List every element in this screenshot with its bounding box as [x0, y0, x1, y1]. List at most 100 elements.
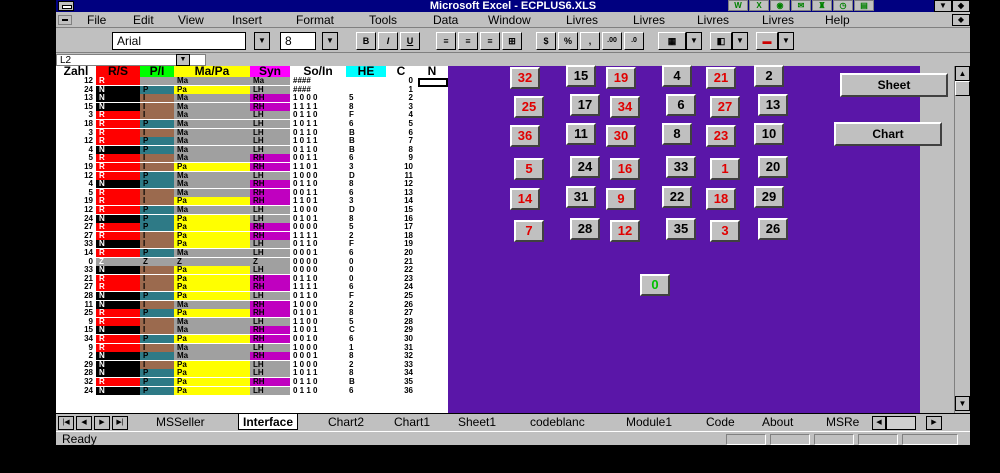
- cell-rs[interactable]: R: [96, 343, 140, 352]
- cell-syn[interactable]: RH: [250, 188, 290, 197]
- cell-syn[interactable]: RH: [250, 94, 290, 103]
- cell-he[interactable]: F: [346, 240, 386, 249]
- cell-syn[interactable]: Ma: [250, 77, 290, 85]
- cell-zahl[interactable]: 14: [56, 249, 96, 257]
- cell-he[interactable]: 6: [346, 335, 386, 343]
- last-sheet-icon[interactable]: ▶|: [112, 416, 128, 430]
- cell-soin[interactable]: 1 0 0 0: [290, 94, 346, 103]
- cell-pi[interactable]: P: [140, 309, 174, 318]
- cell-syn[interactable]: LH: [250, 171, 290, 180]
- tab-codeblanc[interactable]: codeblanc: [530, 414, 585, 430]
- cell-he[interactable]: F: [346, 111, 386, 120]
- cell-soin[interactable]: 0 0 0 0: [290, 257, 346, 266]
- cell-rs[interactable]: N: [96, 360, 140, 369]
- cell-soin[interactable]: 1 0 0 1: [290, 326, 346, 335]
- cell-pi[interactable]: I: [140, 94, 174, 103]
- cell-soin[interactable]: 0 1 1 0: [290, 240, 346, 249]
- fill-dropdown-arrow[interactable]: ▼: [732, 32, 748, 50]
- cell-he[interactable]: D: [346, 206, 386, 214]
- cell-rs[interactable]: N: [96, 266, 140, 275]
- font-dropdown-arrow[interactable]: ▼: [254, 32, 270, 50]
- tab-scroll-left-arrow[interactable]: ◀: [872, 416, 886, 430]
- cell-rs[interactable]: N: [96, 214, 140, 223]
- bold-button[interactable]: B: [356, 32, 376, 50]
- col-header-mapa[interactable]: Ma/Pa: [174, 66, 250, 77]
- cell-pi[interactable]: P: [140, 335, 174, 343]
- cell-mapa[interactable]: Ma: [174, 102, 250, 111]
- scroll-up-arrow[interactable]: ▲: [955, 66, 970, 81]
- cell-he[interactable]: 6: [346, 249, 386, 257]
- cell-soin[interactable]: 1 1 0 1: [290, 197, 346, 206]
- cell-soin[interactable]: 0 0 0 0: [290, 266, 346, 275]
- number-button-20[interactable]: 20: [758, 156, 788, 178]
- number-button-19[interactable]: 19: [606, 67, 636, 89]
- menu-tools[interactable]: Tools: [369, 12, 397, 28]
- cell-mapa[interactable]: Pa: [174, 335, 250, 343]
- cell-rs[interactable]: R: [96, 317, 140, 326]
- cell-c[interactable]: 11: [386, 171, 416, 180]
- tab-scroll-right-arrow[interactable]: ▶: [926, 416, 942, 430]
- number-button-28[interactable]: 28: [570, 218, 600, 240]
- cell-soin[interactable]: 1 0 1 1: [290, 137, 346, 146]
- cell-he[interactable]: D: [346, 171, 386, 180]
- cell-soin[interactable]: 0 1 1 0: [290, 274, 346, 283]
- cell-rs[interactable]: R: [96, 309, 140, 318]
- align-center-icon[interactable]: ≡: [458, 32, 478, 50]
- cell-he[interactable]: 6: [346, 283, 386, 292]
- menu-livres-4[interactable]: Livres: [762, 12, 794, 28]
- cell-mapa[interactable]: Pa: [174, 240, 250, 249]
- cell-soin[interactable]: 1 1 1 1: [290, 231, 346, 240]
- cell-mapa[interactable]: Pa: [174, 378, 250, 386]
- borders-dropdown-arrow[interactable]: ▼: [686, 32, 702, 50]
- number-button-9[interactable]: 9: [606, 188, 636, 210]
- number-button-27[interactable]: 27: [710, 96, 740, 118]
- font-size-box[interactable]: 8: [280, 32, 316, 50]
- cell-rs[interactable]: Z: [96, 257, 140, 266]
- cell-zahl[interactable]: 5: [56, 188, 96, 197]
- cell-zahl[interactable]: 34: [56, 335, 96, 343]
- cell-rs[interactable]: R: [96, 231, 140, 240]
- align-left-icon[interactable]: ≡: [436, 32, 456, 50]
- cell-soin[interactable]: 1 0 0 0: [290, 206, 346, 214]
- cell-c[interactable]: 27: [386, 309, 416, 318]
- cell-mapa[interactable]: Ma: [174, 317, 250, 326]
- cell-c[interactable]: 33: [386, 360, 416, 369]
- cell-zahl[interactable]: 5: [56, 154, 96, 163]
- cell-syn[interactable]: LH: [250, 240, 290, 249]
- underline-button[interactable]: U: [400, 32, 420, 50]
- cell-pi[interactable]: P: [140, 378, 174, 386]
- col-header-syn[interactable]: Syn: [250, 66, 290, 77]
- cell-soin[interactable]: 1 1 0 0: [290, 317, 346, 326]
- cell-soin[interactable]: 1 0 1 1: [290, 120, 346, 128]
- number-button-18[interactable]: 18: [706, 188, 736, 210]
- cell-rs[interactable]: N: [96, 180, 140, 189]
- cell-mapa[interactable]: Pa: [174, 231, 250, 240]
- cell-c[interactable]: 29: [386, 326, 416, 335]
- cell-he[interactable]: 5: [346, 223, 386, 232]
- cell-he[interactable]: B: [346, 378, 386, 386]
- cell-zahl[interactable]: 19: [56, 163, 96, 171]
- cell-syn[interactable]: RH: [250, 102, 290, 111]
- cell-zahl[interactable]: 4: [56, 145, 96, 154]
- cell-c[interactable]: 32: [386, 352, 416, 361]
- number-button-1[interactable]: 1: [710, 158, 740, 180]
- cell-pi[interactable]: P: [140, 137, 174, 146]
- tab-sheet1[interactable]: Sheet1: [458, 414, 496, 430]
- cell-he[interactable]: 8: [346, 180, 386, 189]
- cell-c[interactable]: 21: [386, 257, 416, 266]
- cell-syn[interactable]: RH: [250, 378, 290, 386]
- cell-he[interactable]: 8: [346, 352, 386, 361]
- cell-c[interactable]: 18: [386, 231, 416, 240]
- font-color-icon[interactable]: ▬: [756, 32, 778, 50]
- cell-pi[interactable]: P: [140, 85, 174, 94]
- number-button-36[interactable]: 36: [510, 125, 540, 147]
- cell-mapa[interactable]: Pa: [174, 266, 250, 275]
- cell-he[interactable]: 5: [346, 317, 386, 326]
- number-button-32[interactable]: 32: [510, 67, 540, 89]
- cell-zahl[interactable]: 0: [56, 257, 96, 266]
- cell-he[interactable]: F: [346, 292, 386, 300]
- cell-zahl[interactable]: 12: [56, 77, 96, 85]
- folder-icon[interactable]: ▤: [854, 0, 874, 11]
- cell-c[interactable]: 22: [386, 266, 416, 275]
- comma-button[interactable]: ,: [580, 32, 600, 50]
